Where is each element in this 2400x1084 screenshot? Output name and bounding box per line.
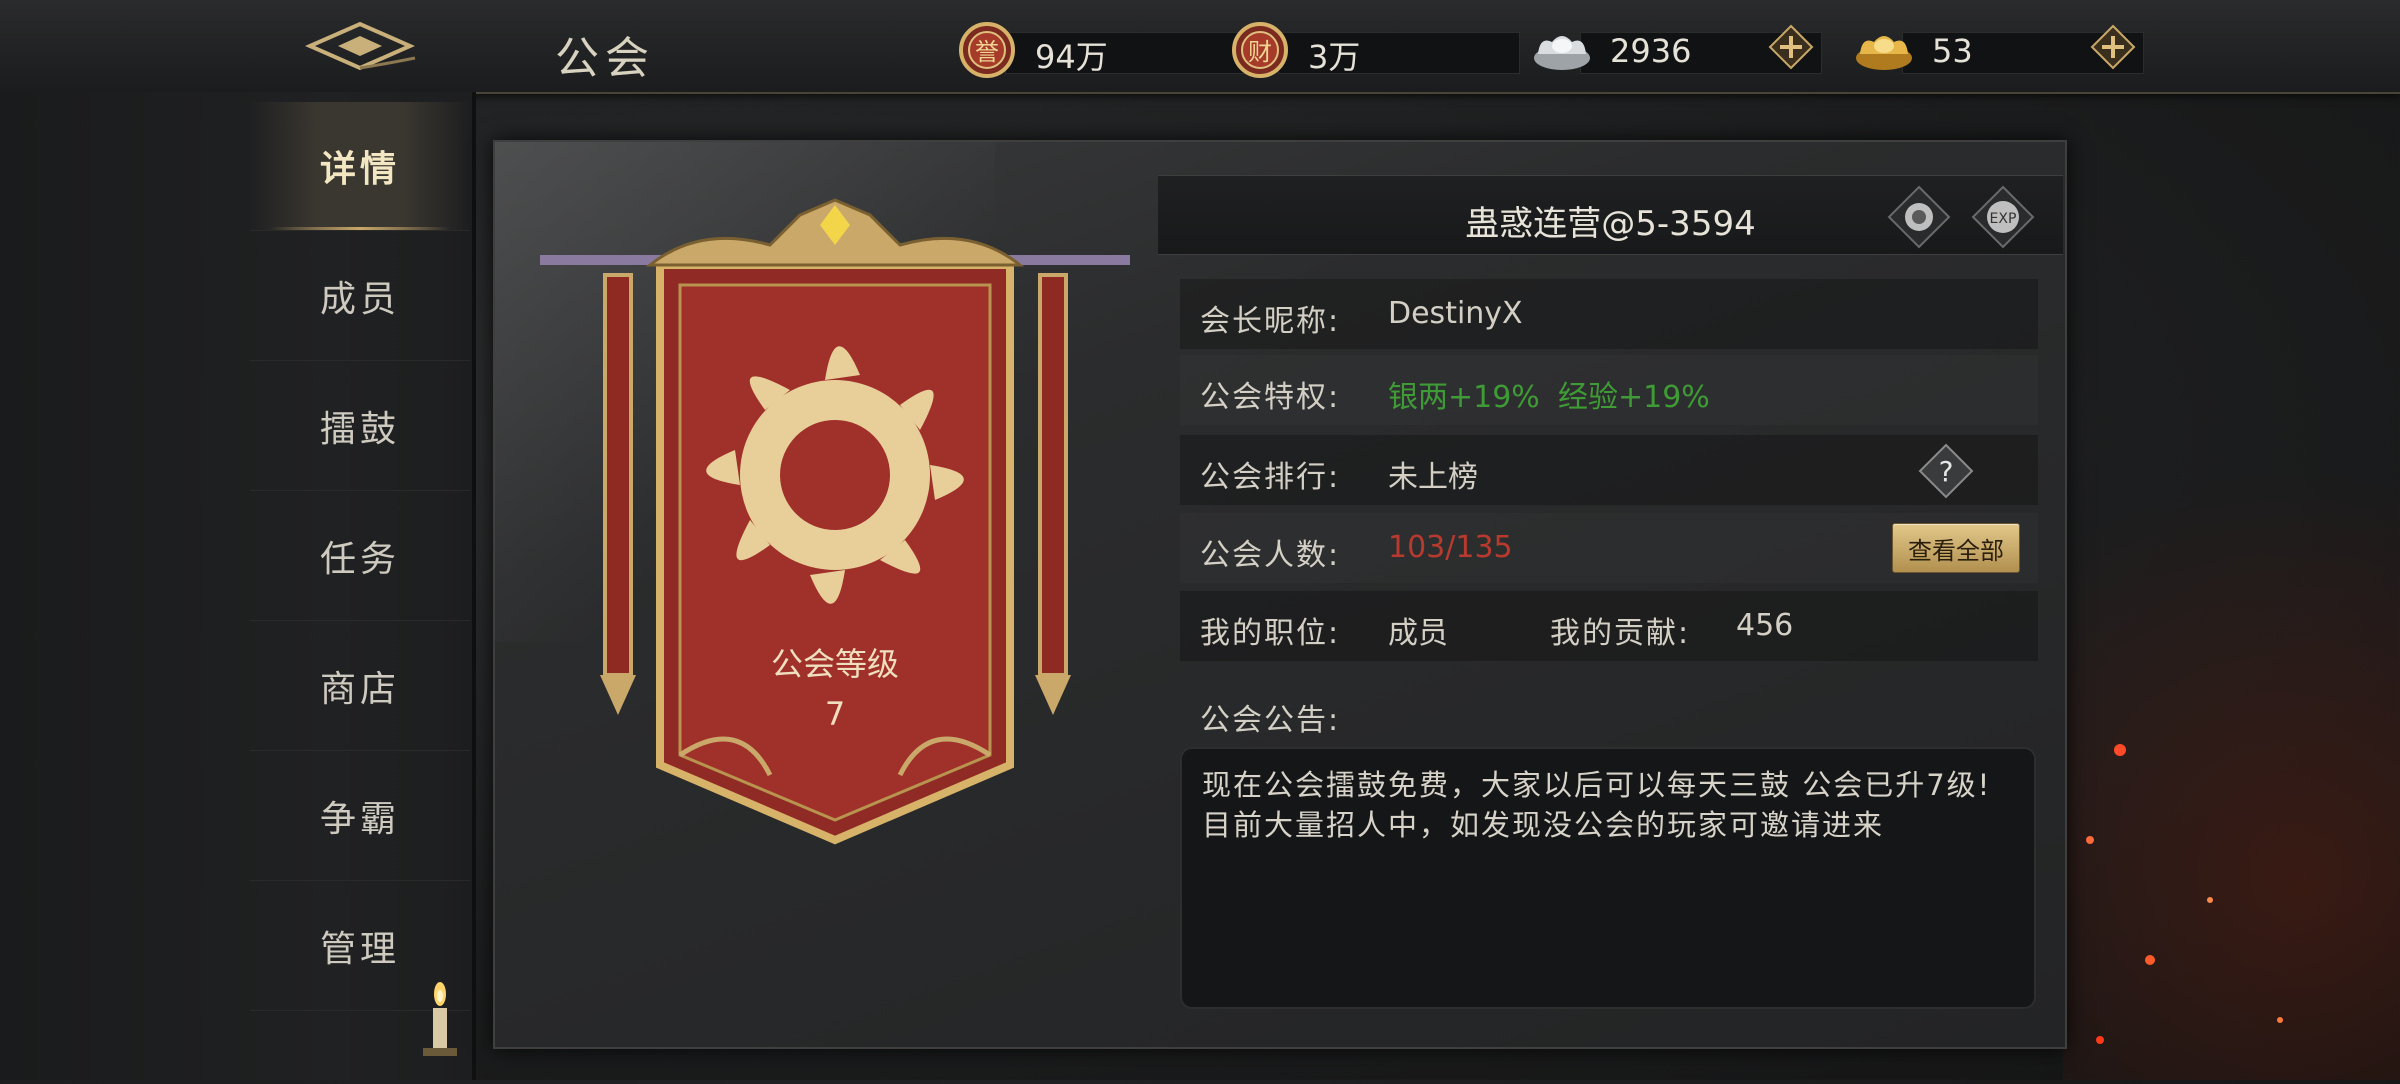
guild-level-value: 7 (825, 695, 845, 733)
question-icon: ? (1918, 443, 1974, 499)
wealth-coin-char: 财 (1248, 38, 1272, 66)
contribution-value: 456 (1736, 608, 1794, 643)
gold-currency: 53 (1852, 20, 2144, 74)
privilege-label: 公会特权: (1200, 380, 1341, 415)
add-gold-button[interactable] (2090, 24, 2136, 70)
sidebar-item-members[interactable]: 成员 (250, 232, 470, 361)
back-button[interactable] (300, 18, 420, 74)
leader-label: 会长昵称: (1200, 304, 1341, 339)
svg-text:?: ? (1939, 455, 1954, 488)
leader-row: 会长昵称: DestinyX (1180, 279, 2038, 349)
members-row: 公会人数: 103/135 查看全部 (1180, 513, 2038, 583)
candle-icon (415, 980, 465, 1070)
page-title: 公会 (555, 33, 655, 84)
reputation-coin-char: 誉 (975, 38, 999, 66)
reputation-coin-icon: 誉 (955, 20, 1019, 84)
guild-level-label: 公会等级 (771, 645, 899, 683)
sidebar-divider (472, 92, 476, 1080)
top-bar: 公会 誉 94万 财 3万 2936 53 (0, 0, 2400, 94)
wealth-currency: 财 3万 (1228, 20, 1520, 78)
my-info-row: 我的职位: 成员 我的贡献: 456 (1180, 591, 2038, 661)
privilege-silver: 银两+19% (1388, 380, 1540, 415)
silver-ingot-icon (1530, 20, 1594, 84)
view-all-members-button[interactable]: 查看全部 (1892, 523, 2020, 573)
members-count: 103/135 (1388, 530, 1513, 565)
rank-value: 未上榜 (1388, 460, 1478, 495)
contribution-label: 我的贡献: (1550, 616, 1691, 651)
leader-name: DestinyX (1388, 296, 1523, 331)
guild-info: 蛊惑连营@5-3594 EXP 会长昵称: DestinyX 公会特权: 银两+… (1158, 175, 2063, 1045)
plus-icon (2090, 24, 2136, 70)
wealth-coin-icon: 财 (1228, 20, 1292, 84)
guild-emblem-icon[interactable] (1886, 184, 1952, 250)
svg-text:EXP: EXP (1990, 211, 2017, 227)
sidebar-item-tasks[interactable]: 任务 (250, 492, 470, 621)
members-label: 公会人数: (1200, 538, 1341, 573)
back-diamond-icon (305, 21, 416, 71)
notice-label: 公会公告: (1200, 703, 1341, 738)
guild-banner: 公会等级 7 (540, 195, 1130, 855)
add-silver-button[interactable] (1768, 24, 1814, 70)
reputation-value: 94万 (1035, 38, 1108, 76)
privilege-row: 公会特权: 银两+19% 经验+19% (1180, 355, 2038, 425)
reputation-currency: 誉 94万 (955, 20, 1247, 78)
notice-text: 现在公会擂鼓免费，大家以后可以每天三鼓 公会已升7级! 目前大量招人中，如发现没… (1180, 747, 2036, 1009)
exp-emblem-icon[interactable]: EXP (1970, 184, 2036, 250)
plus-icon (1768, 24, 1814, 70)
guild-banner-art: 公会等级 7 (540, 198, 1130, 845)
silver-value: 2936 (1610, 32, 1692, 70)
sidebar-item-details[interactable]: 详情 (250, 102, 470, 231)
position-value: 成员 (1388, 616, 1448, 651)
rank-help-button[interactable]: ? (1918, 443, 1974, 499)
privilege-exp: 经验+19% (1558, 380, 1710, 415)
gold-value: 53 (1932, 32, 1973, 70)
sidebar-item-drum[interactable]: 擂鼓 (250, 362, 470, 491)
guild-header: 蛊惑连营@5-3594 EXP (1158, 175, 2063, 255)
gold-ingot-icon (1852, 20, 1916, 84)
wealth-value: 3万 (1308, 38, 1361, 76)
rank-row: 公会排行: 未上榜 ? (1180, 435, 2038, 505)
sidebar-item-contest[interactable]: 争霸 (250, 752, 470, 881)
rank-label: 公会排行: (1200, 460, 1341, 495)
silver-currency: 2936 (1530, 20, 1822, 74)
position-label: 我的职位: (1200, 616, 1341, 651)
embers-decoration (2060, 640, 2400, 1080)
sidebar-item-shop[interactable]: 商店 (250, 622, 470, 751)
